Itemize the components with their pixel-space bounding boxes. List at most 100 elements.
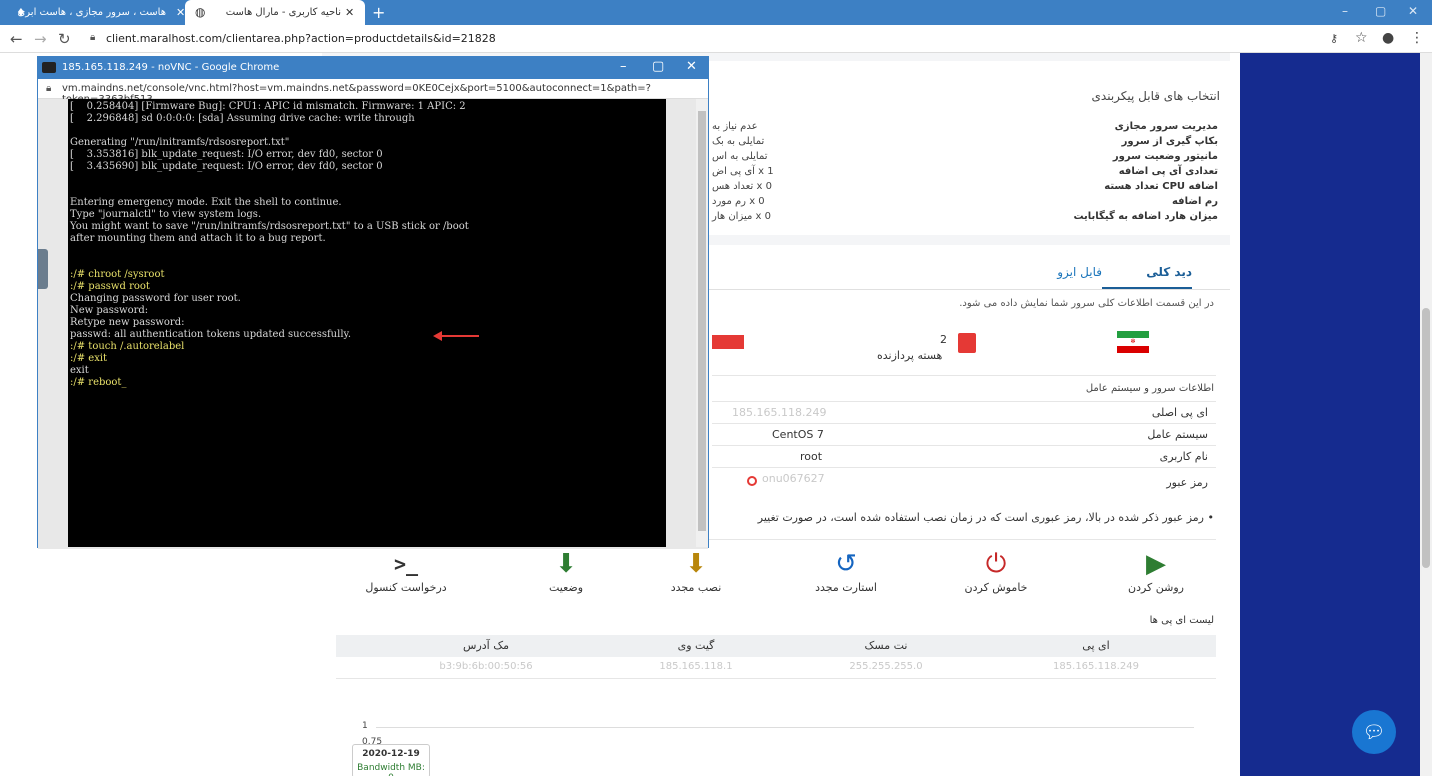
ip-table-header: ای پی نت مسک گیت وی مک آدرس (336, 635, 1216, 657)
column-header: ای پی (1082, 639, 1110, 652)
show-password-eye-icon[interactable] (747, 476, 757, 486)
power-off-button[interactable]: ⏻ خاموش کردن (936, 549, 1056, 594)
download-icon: ⬇ (555, 549, 577, 579)
terminal-line: :/# chroot /sysroot (70, 269, 165, 280)
options-title: انتخاب های قابل پیکربندی (1091, 89, 1221, 103)
option-value: 1 x آی پی اض (712, 166, 774, 177)
bandwidth-chart: 1 0.75 2020-12-19 Bandwidth MB: 0 (336, 701, 1216, 776)
url-input[interactable]: client.maralhost.com/clientarea.php?acti… (106, 32, 496, 45)
option-label: میزان هارد اضافه به گیگابایت (1073, 211, 1218, 222)
lock-icon: 🔒︎ (46, 83, 52, 94)
cpu-label: هسته پردازنده (877, 349, 943, 362)
grid-line (376, 727, 1194, 728)
novnc-title: 185.165.118.249 - noVNC - Google Chrome (62, 62, 280, 73)
option-value: عدم نیاز به (712, 121, 758, 132)
option-label: بکاپ گیری از سرور (1121, 136, 1218, 147)
tab-close-icon[interactable]: ✕ (345, 6, 354, 19)
status-button[interactable]: ⬇ وضعیت (506, 549, 626, 594)
option-value: 0 x رم مورد (712, 196, 765, 207)
scrollbar-thumb[interactable] (1422, 308, 1430, 568)
cpu-count: 2 (940, 333, 947, 346)
terminal-line: passwd: all authentication tokens update… (70, 329, 352, 340)
cpu-icon (958, 333, 976, 353)
restart-icon: ↺ (835, 549, 857, 579)
novnc-address-bar: 🔒︎ vm.maindns.net/console/vnc.html?host=… (38, 79, 708, 105)
mac-cell: b3:9b:6b:00:50:56 (439, 661, 533, 672)
browser-tab-2[interactable]: ◍ ✕ ناحیه کاربری - مارال هاست (185, 0, 365, 25)
chat-icon[interactable]: 💬︎ (1352, 710, 1396, 754)
option-label: مدیریت سرور مجازی (1114, 121, 1218, 132)
terminal-line: :/# passwd root (70, 281, 150, 292)
terminal-line: Retype new password: (70, 317, 185, 328)
column-header: نت مسک (864, 639, 908, 652)
info-key: رمز عبور (1166, 476, 1208, 489)
option-value: تمایلی به بک (712, 136, 765, 147)
right-side-panel (1240, 53, 1420, 776)
table-row: 185.165.118.249 255.255.255.0 185.165.11… (336, 657, 1216, 679)
terminal-line: Changing password for user root. (70, 293, 241, 304)
server-info-title: اطلاعات سرور و سیستم عامل (1085, 383, 1214, 394)
page-scrollbar[interactable] (1420, 53, 1432, 776)
column-header: مک آدرس (463, 639, 509, 652)
star-icon[interactable]: ☆ (1355, 30, 1368, 46)
info-value: CentOS 7 (772, 428, 824, 441)
browser-tab-bar: ♦ ✕ هاست ، سرور مجازی ، هاست ابری ◍ ✕ نا… (0, 0, 1432, 25)
tab-iso[interactable]: فایل ایزو (1057, 265, 1102, 279)
maximize-button[interactable]: ▢ (1375, 4, 1386, 18)
table-row: رمز عبور onu067627 (712, 467, 1216, 495)
back-arrow-icon[interactable]: ← (10, 30, 23, 48)
vnc-scrollbar[interactable] (696, 99, 708, 547)
option-value: تمایلی به اس (712, 151, 768, 162)
tab-title: ناحیه کاربری - مارال هاست (225, 7, 341, 18)
reload-icon[interactable]: ↻ (58, 30, 71, 48)
novnc-window: 185.165.118.249 - noVNC - Google Chrome … (37, 56, 709, 549)
ip-cell: 185.165.118.249 (1053, 661, 1139, 672)
novnc-body: [ 0.258404] [Firmware Bug]: CPU1: APIC i… (38, 99, 708, 549)
terminal-line: :/# reboot_ (70, 377, 127, 388)
terminal-line: [ 3.353816] blk_update_request: I/O erro… (70, 149, 383, 160)
terminal-line: Generating "/run/initramfs/rdsosreport.t… (70, 137, 290, 148)
forward-arrow-icon[interactable]: → (34, 30, 47, 48)
action-label: نصب مجدد (670, 581, 722, 594)
option-label: رم اضافه (1171, 196, 1218, 207)
tab-overview[interactable]: دید کلی (1146, 265, 1192, 279)
vnc-minimize-button[interactable]: – (620, 59, 627, 74)
terminal-icon: >_ (393, 552, 419, 576)
terminal-line: [ 0.258404] [Firmware Bug]: CPU1: APIC i… (70, 101, 466, 112)
overview-description: در این قسمت اطلاعات کلی سرور شما نمایش د… (959, 298, 1214, 309)
menu-icon[interactable]: ⋮ (1410, 30, 1424, 46)
vnc-maximize-button[interactable]: ▢ (652, 59, 664, 74)
power-on-button[interactable]: ▶ روشن کردن (1096, 549, 1216, 594)
option-value: 0 x میزان هار (712, 211, 772, 222)
info-key: نام کاربری (1159, 450, 1208, 463)
scrollbar-thumb[interactable] (698, 111, 706, 531)
terminal-line: Type "journalctl" to view system logs. (70, 209, 262, 220)
vnc-close-button[interactable]: ✕ (686, 59, 697, 74)
account-icon[interactable]: ● (1382, 30, 1394, 46)
gateway-cell: 185.165.118.1 (659, 661, 733, 672)
key-icon[interactable]: ⚷ (1330, 32, 1338, 45)
novnc-control-handle[interactable] (38, 249, 48, 289)
tab-close-icon[interactable]: ✕ (176, 6, 185, 19)
red-arrow-icon (433, 331, 479, 341)
new-tab-button[interactable]: + (372, 3, 385, 22)
terminal-line: Entering emergency mode. Exit the shell … (70, 197, 342, 208)
reinstall-button[interactable]: ⬇ نصب مجدد (636, 549, 756, 594)
terminal-line: after mounting them and attach it to a b… (70, 233, 326, 244)
column-header: گیت وی (677, 639, 715, 652)
option-label: تعداد هسته CPU اضافه (1104, 181, 1218, 192)
address-bar: ← → ↻ 🔒︎ client.maralhost.com/clientarea… (0, 25, 1432, 53)
password-value: onu067627 (762, 472, 825, 485)
minimize-button[interactable]: – (1342, 4, 1348, 18)
browser-tab-1[interactable]: ♦ ✕ هاست ، سرور مجازی ، هاست ابری (10, 0, 185, 25)
password-note: • رمز عبور ذکر شده در بالا، رمز عبوری اس… (757, 511, 1214, 524)
tooltip-value: Bandwidth MB: 0 (357, 763, 425, 776)
lock-icon: 🔒︎ (90, 32, 96, 43)
y-tick-label: 1 (362, 721, 368, 731)
download-icon: ⬇ (685, 549, 707, 579)
console-request-button[interactable]: >_ درخواست کنسول (346, 549, 466, 594)
restart-button[interactable]: ↺ استارت مجدد (786, 549, 906, 594)
terminal-screen[interactable]: [ 0.258404] [Firmware Bug]: CPU1: APIC i… (68, 99, 666, 547)
action-label: وضعیت (548, 581, 584, 594)
close-window-button[interactable]: ✕ (1408, 4, 1418, 18)
